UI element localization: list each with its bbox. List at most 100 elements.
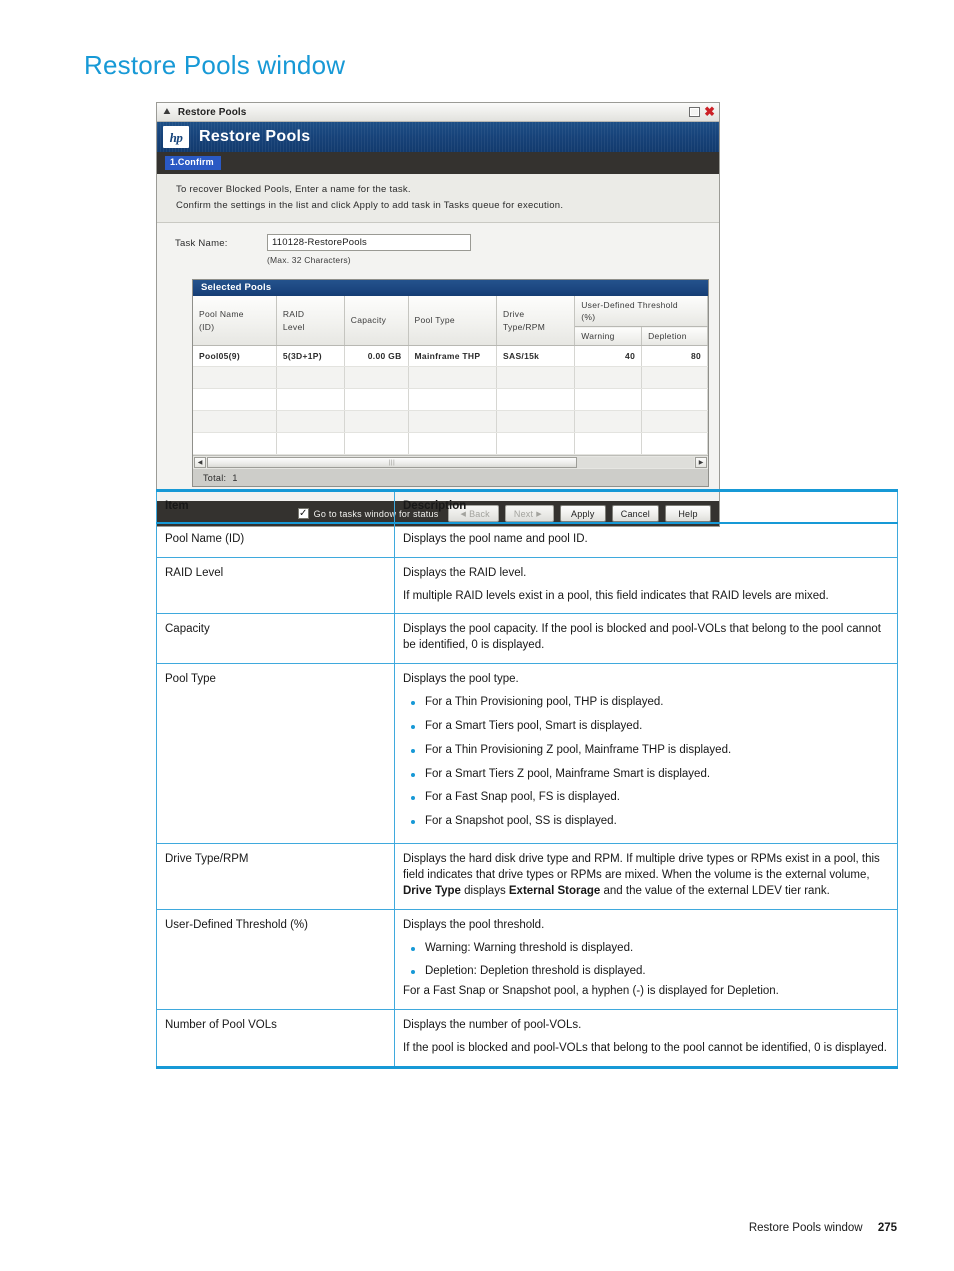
arrow-left-icon[interactable]: ◀ [194, 457, 206, 469]
product-banner: hp Restore Pools [157, 122, 719, 152]
cell-empty [496, 366, 576, 390]
ref-para: If the pool is blocked and pool-VOLs tha… [403, 1042, 887, 1055]
rich-bold1: Drive Type [403, 884, 461, 897]
rich-bold2: External Storage [508, 884, 601, 897]
ref-item: Number of Pool VOLs [156, 1009, 395, 1069]
ref-header-item: Item [156, 489, 395, 524]
table-row: Number of Pool VOLs Displays the number … [156, 1009, 898, 1069]
ref-bullet-list: Warning: Warning threshold is displayed.… [403, 941, 887, 981]
task-name-label: Task Name: [175, 237, 228, 249]
instruction-line-1: To recover Blocked Pools, Enter a name f… [176, 184, 411, 195]
cell-empty [641, 388, 708, 412]
table-row: Pool Type Displays the pool type. For a … [156, 663, 898, 845]
table-header-row-1: Pool Name (ID) RAID Level Capacity Pool … [193, 295, 708, 347]
selected-pools-panel: Selected Pools Pool Name (ID) RAID Level… [192, 278, 709, 488]
task-name-input[interactable] [267, 233, 471, 251]
page-title: Restore Pools window [84, 50, 346, 80]
close-icon[interactable]: ✖ [704, 105, 715, 118]
ref-description: Displays the number of pool-VOLs. If the… [394, 1009, 898, 1069]
horizontal-scrollbar[interactable]: ◀ ||| ▶ [193, 455, 708, 470]
ref-para: Displays the pool name and pool ID. [403, 532, 588, 545]
ref-para: If multiple RAID levels exist in a pool,… [403, 589, 829, 602]
product-title: Restore Pools [199, 128, 311, 145]
table-row-empty[interactable] [193, 366, 708, 390]
task-name-field-wrap: (Max. 32 Characters) [267, 233, 471, 265]
rich-part3: and the value of the external LDEV tier … [600, 884, 830, 897]
chevron-up-icon[interactable]: ▲ [161, 107, 172, 117]
col-depletion[interactable]: Depletion [641, 326, 708, 347]
maximize-icon[interactable] [689, 107, 701, 117]
col-pool-type[interactable]: Pool Type [408, 295, 498, 347]
col-user-defined-threshold: User-Defined Threshold (%) [574, 295, 708, 328]
rich-part2: displays [460, 884, 509, 897]
cell-empty [574, 388, 643, 412]
cell-empty [574, 432, 643, 456]
dialog-titlebar: ▲ Restore Pools ✖ [157, 103, 719, 122]
list-item: Depletion: Depletion threshold is displa… [403, 964, 887, 980]
col-threshold-l1: User-Defined Threshold [581, 299, 678, 310]
table-row[interactable]: Pool05(9) 5(3D+1P) 0.00 GB Mainframe THP… [193, 345, 708, 368]
ref-description: Displays the pool capacity. If the pool … [394, 613, 898, 665]
col-drive-l1: Drive [503, 309, 525, 320]
ref-description: Displays the hard disk drive type and RP… [394, 843, 898, 910]
list-item: For a Fast Snap pool, FS is displayed. [403, 790, 887, 806]
ref-para: Displays the number of pool-VOLs. [403, 1019, 582, 1032]
ref-para: Displays the pool capacity. If the pool … [403, 623, 881, 652]
ref-bullet-list: For a Thin Provisioning pool, THP is dis… [403, 695, 887, 830]
cell-empty [641, 410, 708, 434]
instruction-line-2: Confirm the settings in the list and cli… [176, 199, 564, 211]
cell-empty [276, 366, 345, 390]
ref-item: Pool Name (ID) [156, 522, 395, 558]
footer-label: Restore Pools window [748, 1222, 863, 1234]
list-item: Warning: Warning threshold is displayed. [403, 941, 887, 957]
list-item: For a Smart Tiers Z pool, Mainframe Smar… [403, 767, 887, 783]
col-capacity[interactable]: Capacity [344, 295, 409, 347]
wizard-step-confirm[interactable]: 1.Confirm [165, 156, 221, 170]
hp-logo: hp [163, 126, 189, 148]
ref-para-rich: Displays the hard disk drive type and RP… [403, 852, 887, 900]
selected-pools-body: Pool05(9) 5(3D+1P) 0.00 GB Mainframe THP… [193, 345, 708, 456]
col-raid-level[interactable]: RAID Level [276, 295, 345, 347]
cell-depletion: 80 [641, 345, 708, 368]
task-name-hint: (Max. 32 Characters) [267, 254, 351, 265]
scrollbar-track[interactable]: ||| [207, 457, 694, 469]
col-raid-l2: Level [282, 321, 305, 332]
cell-empty [344, 388, 409, 412]
cell-pool-type: Mainframe THP [408, 345, 498, 368]
cell-empty [408, 432, 498, 456]
table-row: RAID Level Displays the RAID level. If m… [156, 556, 898, 615]
cell-empty [496, 388, 576, 412]
ref-description: Displays the pool name and pool ID. [394, 522, 898, 558]
ref-para: Displays the pool threshold. [403, 918, 545, 931]
selected-pools-table: Pool Name (ID) RAID Level Capacity Pool … [193, 295, 708, 456]
table-row: Drive Type/RPM Displays the hard disk dr… [156, 843, 898, 910]
cell-empty [344, 366, 409, 390]
arrow-right-icon[interactable]: ▶ [695, 457, 707, 469]
cell-raid-level: 5(3D+1P) [276, 345, 345, 368]
ref-description: Displays the pool type. For a Thin Provi… [394, 663, 898, 845]
col-threshold-l2: (%) [581, 311, 596, 322]
list-item: For a Snapshot pool, SS is displayed. [403, 814, 887, 830]
table-row-empty[interactable] [193, 388, 708, 412]
table-row-empty[interactable] [193, 410, 708, 434]
col-warning[interactable]: Warning [574, 326, 643, 347]
cell-empty [641, 432, 708, 456]
cell-capacity: 0.00 GB [344, 345, 409, 368]
ref-para-tail: For a Fast Snap or Snapshot pool, a hyph… [403, 985, 779, 998]
col-pool-name[interactable]: Pool Name (ID) [193, 295, 277, 347]
window-controls: ✖ [689, 105, 717, 118]
col-pool-name-l2: (ID) [199, 321, 215, 332]
table-row: Capacity Displays the pool capacity. If … [156, 613, 898, 665]
table-row: Pool Name (ID) Displays the pool name an… [156, 522, 898, 558]
cell-empty [193, 366, 277, 390]
cell-empty [408, 410, 498, 434]
col-drive-type-rpm[interactable]: Drive Type/RPM [496, 295, 576, 347]
scrollbar-thumb[interactable]: ||| [207, 457, 578, 469]
ref-para: Displays the RAID level. [403, 566, 527, 579]
cell-empty [276, 410, 345, 434]
cell-empty [193, 410, 277, 434]
restore-pools-dialog: ▲ Restore Pools ✖ hp Restore Pools 1.Con… [156, 102, 720, 528]
table-row-empty[interactable] [193, 432, 708, 456]
list-item: For a Thin Provisioning pool, THP is dis… [403, 695, 887, 711]
ref-item: RAID Level [156, 556, 395, 615]
